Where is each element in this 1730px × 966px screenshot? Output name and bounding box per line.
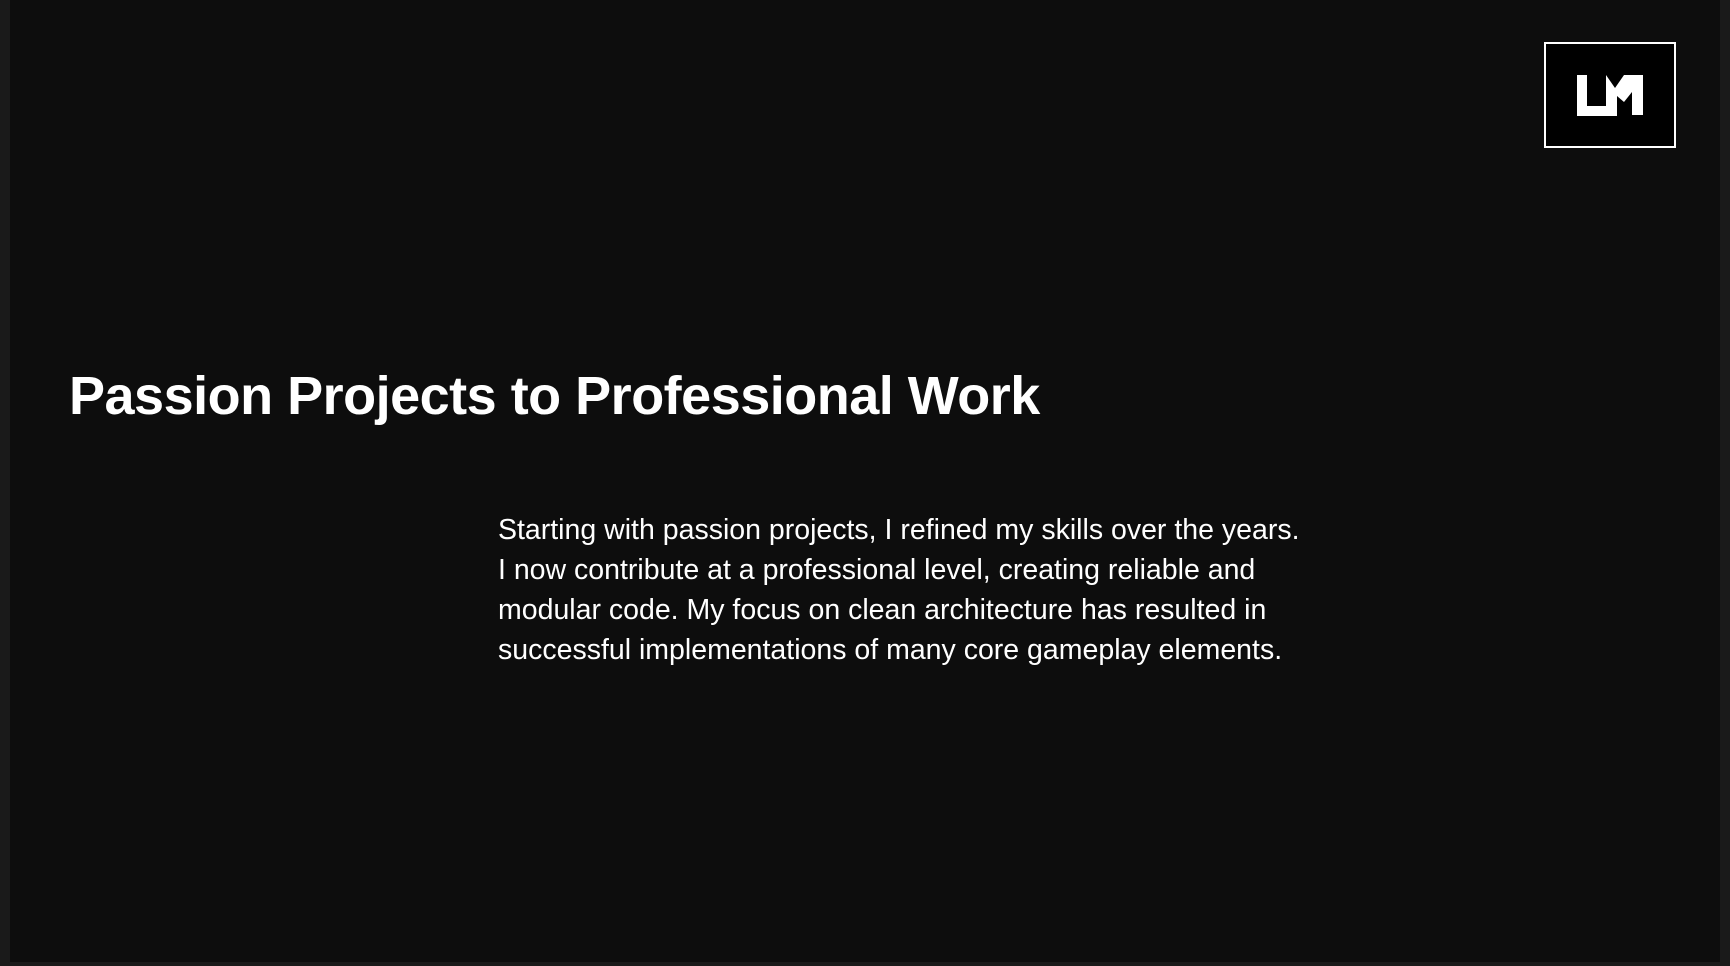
lm-logo-icon: [1577, 75, 1643, 116]
slide: Passion Projects to Professional Work St…: [10, 0, 1720, 962]
body-line: Starting with passion projects, I refine…: [498, 514, 1300, 546]
slide-title: Passion Projects to Professional Work: [69, 366, 1040, 426]
body-line: successful implementations of many core …: [498, 634, 1283, 666]
body-line: I now contribute at a professional level…: [498, 554, 1256, 586]
body-line: modular code. My focus on clean architec…: [498, 594, 1267, 626]
logo-badge: [1544, 42, 1676, 148]
body-paragraph: Starting with passion projects, I refine…: [498, 510, 1398, 670]
